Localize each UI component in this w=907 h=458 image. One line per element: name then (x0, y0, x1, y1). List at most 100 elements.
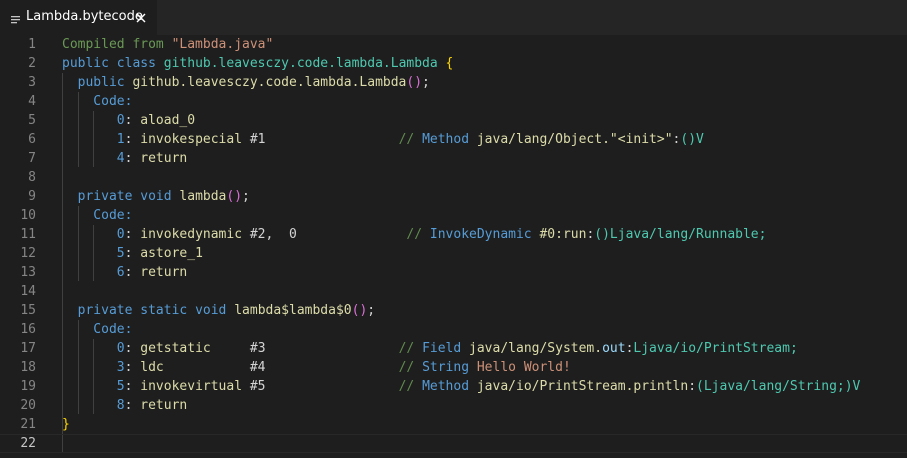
close-icon[interactable] (134, 11, 148, 25)
code-token: astore_1 (140, 246, 203, 261)
code-token: out (602, 341, 626, 356)
code-line[interactable]: 3 public github.leavesczy.code.lambda.La… (0, 73, 907, 92)
code-token: : (688, 379, 697, 394)
code-token: 8 (62, 398, 125, 413)
code-token: #1 (242, 132, 399, 147)
code-token: return (140, 398, 188, 413)
code-token: "Lambda.java" (171, 37, 274, 52)
code-token: } (62, 417, 70, 432)
line-number: 14 (20, 284, 36, 299)
code-token: run (562, 227, 587, 242)
code-token: : (124, 341, 141, 356)
code-line[interactable]: 2 public class github.leavesczy.code.lamb… (0, 54, 907, 73)
code-token: 6 (62, 265, 125, 280)
line-code: 5: astore_1 (62, 244, 203, 263)
code-token: invokespecial (140, 132, 243, 147)
code-token: String (422, 360, 470, 375)
line-code: Code: (62, 320, 132, 339)
code-token: : (124, 379, 141, 394)
code-line[interactable]: 8 (0, 168, 907, 187)
code-token: : (124, 360, 141, 375)
code-line[interactable]: 21} (0, 415, 907, 434)
code-token: ; (242, 189, 250, 204)
code-token: invokevirtual (140, 379, 243, 394)
code-line[interactable]: 1 Compiled from "Lambda.java" (0, 35, 907, 54)
code-editor[interactable]: 1 Compiled from "Lambda.java" 2 public clas… (0, 35, 907, 458)
line-number: 13 (20, 265, 36, 280)
line-code: private void lambda(); (62, 187, 250, 206)
line-code: 6: return (62, 263, 187, 282)
code-line[interactable]: 4 Code: (0, 92, 907, 111)
tab-lambda-bytecode[interactable]: Lambda.bytecode (0, 0, 157, 35)
line-number: 2 (28, 56, 36, 71)
tab-label: Lambda.bytecode (26, 9, 143, 24)
code-line[interactable]: 22 (0, 434, 907, 453)
code-token: ) (414, 75, 423, 90)
code-token: #0: (531, 227, 563, 242)
code-line[interactable]: 7 4: return (0, 149, 907, 168)
line-number: 7 (28, 151, 36, 166)
code-token: ; (422, 75, 430, 90)
line-number: 4 (28, 94, 36, 109)
line-number: 11 (20, 227, 36, 242)
line-code: 3: ldc #4 // String Hello World! (62, 358, 571, 377)
code-token: : (124, 246, 141, 261)
code-token: #3 (210, 341, 399, 356)
code-token: : (124, 227, 141, 242)
code-token: github.leavesczy.code.lambda.Lambda (132, 75, 407, 90)
code-token: 0 (62, 341, 125, 356)
code-token: Code: (62, 322, 133, 337)
code-token: 3 (62, 360, 125, 375)
line-code: 0: getstatic #3 // Field java/lang/Syste… (62, 339, 798, 358)
line-number: 10 (20, 208, 36, 223)
code-line[interactable]: 12 5: astore_1 (0, 244, 907, 263)
code-token: 0 (62, 113, 125, 128)
code-token: Method (422, 132, 470, 147)
code-token: return (140, 265, 188, 280)
lines-icon (11, 12, 21, 24)
line-number: 12 (20, 246, 36, 261)
code-token: Compiled from (62, 37, 172, 52)
code-token: Ljava/io/PrintStream; (633, 341, 798, 356)
line-number: 8 (28, 170, 36, 185)
line-number: 15 (20, 303, 36, 318)
code-line[interactable]: 6 1: invokespecial #1 // Method java/lan… (0, 130, 907, 149)
code-token: ()V (680, 132, 704, 147)
code-line[interactable]: 15 private static void lambda$lambda$0()… (0, 301, 907, 320)
code-token: 0 (62, 227, 125, 242)
code-line[interactable]: 9 private void lambda(); (0, 187, 907, 206)
code-token: void (195, 303, 235, 318)
code-line[interactable]: 18 3: ldc #4 // String Hello World! (0, 358, 907, 377)
code-token: "<init>" (609, 132, 673, 147)
code-token: Hello World! (469, 360, 571, 375)
line-code: private static void lambda$lambda$0(); (62, 301, 375, 320)
code-token: : (124, 265, 141, 280)
code-line[interactable]: 14 (0, 282, 907, 301)
code-token: getstatic (140, 341, 211, 356)
code-line[interactable]: 16 Code: (0, 320, 907, 339)
code-token: // (406, 227, 430, 242)
code-line[interactable]: 13 6: return (0, 263, 907, 282)
code-token: #4 (163, 360, 399, 375)
code-line[interactable]: 17 0: getstatic #3 // Field java/lang/Sy… (0, 339, 907, 358)
line-code: 1: invokespecial #1 // Method java/lang/… (62, 130, 704, 149)
code-line[interactable]: 11 0: invokedynamic #2, 0 // InvokeDynam… (0, 225, 907, 244)
line-code: Code: (62, 206, 132, 225)
line-number: 1 (28, 37, 36, 52)
code-token: #5 (242, 379, 399, 394)
code-token: : (124, 132, 141, 147)
code-token: : (124, 151, 141, 166)
line-number: 9 (28, 189, 36, 204)
line-code: public github.leavesczy.code.lambda.Lamb… (62, 73, 430, 92)
code-line[interactable]: 10 Code: (0, 206, 907, 225)
code-line[interactable]: 20 8: return (0, 396, 907, 415)
line-number: 3 (28, 75, 36, 90)
code-token: void (140, 189, 180, 204)
code-line[interactable]: 5 0: aload_0 (0, 111, 907, 130)
code-token: static (140, 303, 196, 318)
code-line[interactable]: 19 5: invokevirtual #5 // Method java/io… (0, 377, 907, 396)
code-token: Code: (62, 208, 133, 223)
code-token: Method (422, 379, 470, 394)
code-token: // (398, 132, 423, 147)
